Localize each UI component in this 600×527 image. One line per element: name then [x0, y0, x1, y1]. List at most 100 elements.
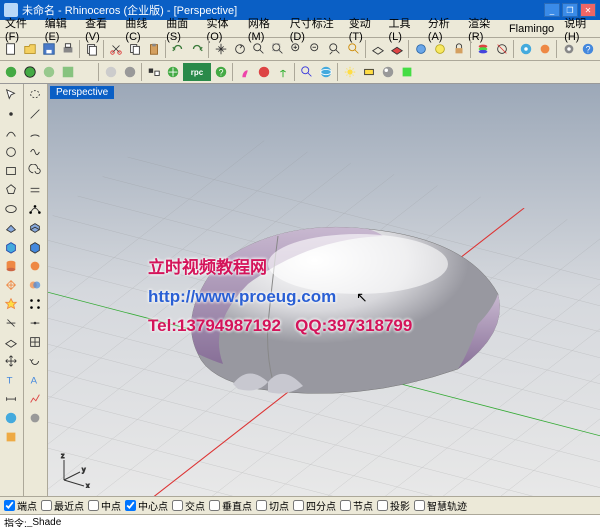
dimension-tool[interactable]	[1, 390, 21, 408]
cplane-tool[interactable]	[1, 333, 21, 351]
menu-view[interactable]: 查看(V)	[80, 14, 120, 44]
hide-button[interactable]	[412, 40, 430, 58]
shade-button[interactable]	[2, 63, 20, 81]
osnap-2[interactable]: 中点	[88, 498, 121, 513]
osnap-10[interactable]: 智慧轨迹	[414, 498, 467, 513]
menu-curve[interactable]: 曲线(C)	[120, 14, 161, 44]
viewport-perspective[interactable]: Perspective	[48, 84, 600, 496]
array-tool[interactable]	[25, 295, 45, 313]
lock-button[interactable]	[450, 40, 468, 58]
minimize-button[interactable]: _	[544, 3, 560, 17]
show-button[interactable]	[431, 40, 449, 58]
properties-button[interactable]	[517, 40, 535, 58]
lasso-tool[interactable]	[25, 86, 45, 104]
green-toggle-button[interactable]	[398, 63, 416, 81]
render-preview-tool[interactable]	[1, 409, 21, 427]
xray-button[interactable]	[59, 63, 77, 81]
flat-shade-button[interactable]	[102, 63, 120, 81]
redo-button[interactable]	[188, 40, 206, 58]
copy-clipboard-button[interactable]	[83, 40, 101, 58]
material-button[interactable]	[255, 63, 273, 81]
move-tool[interactable]	[1, 352, 21, 370]
join-tool[interactable]	[25, 314, 45, 332]
ellipse-tool[interactable]	[1, 200, 21, 218]
explode-tool[interactable]	[1, 295, 21, 313]
sphere-tool[interactable]	[25, 257, 45, 275]
osnap-checkbox-4[interactable]	[172, 500, 183, 511]
text-tool[interactable]: T	[1, 371, 21, 389]
freeform-tool[interactable]	[25, 143, 45, 161]
sun-button[interactable]	[341, 63, 359, 81]
arc-tool[interactable]	[25, 124, 45, 142]
offset-tool[interactable]	[25, 181, 45, 199]
curve-tool[interactable]	[1, 124, 21, 142]
zoom-window-button[interactable]	[288, 40, 306, 58]
options-button[interactable]	[560, 40, 578, 58]
polygon-tool[interactable]	[1, 181, 21, 199]
print-button[interactable]	[59, 40, 77, 58]
ghosted-button[interactable]	[40, 63, 58, 81]
help-button[interactable]: ?	[579, 40, 597, 58]
menu-flamingo[interactable]: Flamingo	[504, 22, 559, 36]
line-tool[interactable]	[25, 105, 45, 123]
layers-button[interactable]	[474, 40, 492, 58]
osnap-checkbox-9[interactable]	[377, 500, 388, 511]
paste-button[interactable]	[145, 40, 163, 58]
undo-button[interactable]	[169, 40, 187, 58]
osnap-checkbox-3[interactable]	[125, 500, 136, 511]
flamingo-button[interactable]	[236, 63, 254, 81]
zoom-extents-button[interactable]	[269, 40, 287, 58]
zoom-selected-button[interactable]	[307, 40, 325, 58]
box-tool[interactable]	[1, 238, 21, 256]
sphere-env-button[interactable]	[379, 63, 397, 81]
pointer-tool[interactable]	[1, 86, 21, 104]
osnap-checkbox-1[interactable]	[41, 500, 52, 511]
copy-button[interactable]	[126, 40, 144, 58]
menu-analyze[interactable]: 分析(A)	[423, 14, 463, 44]
globe-button[interactable]	[317, 63, 335, 81]
osnap-1[interactable]: 最近点	[41, 498, 84, 513]
pan-button[interactable]	[212, 40, 230, 58]
osnap-6[interactable]: 切点	[256, 498, 289, 513]
save-button[interactable]	[40, 40, 58, 58]
rendered-button[interactable]	[78, 63, 96, 81]
osnap-checkbox-7[interactable]	[293, 500, 304, 511]
menu-help[interactable]: 说明(H)	[559, 14, 600, 44]
menu-solid[interactable]: 实体(O)	[202, 14, 243, 44]
extrude-tool[interactable]	[25, 219, 45, 237]
osnap-9[interactable]: 投影	[377, 498, 410, 513]
toggle-button[interactable]	[360, 63, 378, 81]
menu-file[interactable]: 文件(F)	[0, 14, 40, 44]
point-tool[interactable]	[1, 105, 21, 123]
rect-tool[interactable]	[1, 162, 21, 180]
circle-tool[interactable]	[1, 143, 21, 161]
toggle-flat-button[interactable]	[145, 63, 163, 81]
zoom-button[interactable]	[250, 40, 268, 58]
render-button[interactable]	[536, 40, 554, 58]
menu-transform[interactable]: 变动(T)	[344, 14, 384, 44]
mesh-tool[interactable]	[1, 276, 21, 294]
osnap-8[interactable]: 节点	[340, 498, 373, 513]
osnap-checkbox-2[interactable]	[88, 500, 99, 511]
surface-tool[interactable]	[1, 219, 21, 237]
cylinder-tool[interactable]	[1, 257, 21, 275]
undo-view-button[interactable]	[326, 40, 344, 58]
layer-off-button[interactable]	[493, 40, 511, 58]
command-line[interactable]: 指令: _Shade	[0, 514, 600, 527]
osnap-checkbox-0[interactable]	[4, 500, 15, 511]
osnap-checkbox-5[interactable]	[209, 500, 220, 511]
osnap-7[interactable]: 四分点	[293, 498, 336, 513]
rotate-view-button[interactable]	[231, 40, 249, 58]
help2-button[interactable]: ?	[212, 63, 230, 81]
osnap-3[interactable]: 中心点	[125, 498, 168, 513]
view-set-tool[interactable]	[25, 333, 45, 351]
open-button[interactable]	[21, 40, 39, 58]
plant-button[interactable]	[274, 63, 292, 81]
menu-tools[interactable]: 工具(L)	[384, 14, 423, 44]
new-button[interactable]	[2, 40, 20, 58]
menu-edit[interactable]: 编辑(E)	[40, 14, 80, 44]
environment-button[interactable]	[164, 63, 182, 81]
osnap-5[interactable]: 垂直点	[209, 498, 252, 513]
annotate-tool[interactable]: A	[25, 371, 45, 389]
menu-dimension[interactable]: 尺寸标注(D)	[285, 14, 344, 44]
